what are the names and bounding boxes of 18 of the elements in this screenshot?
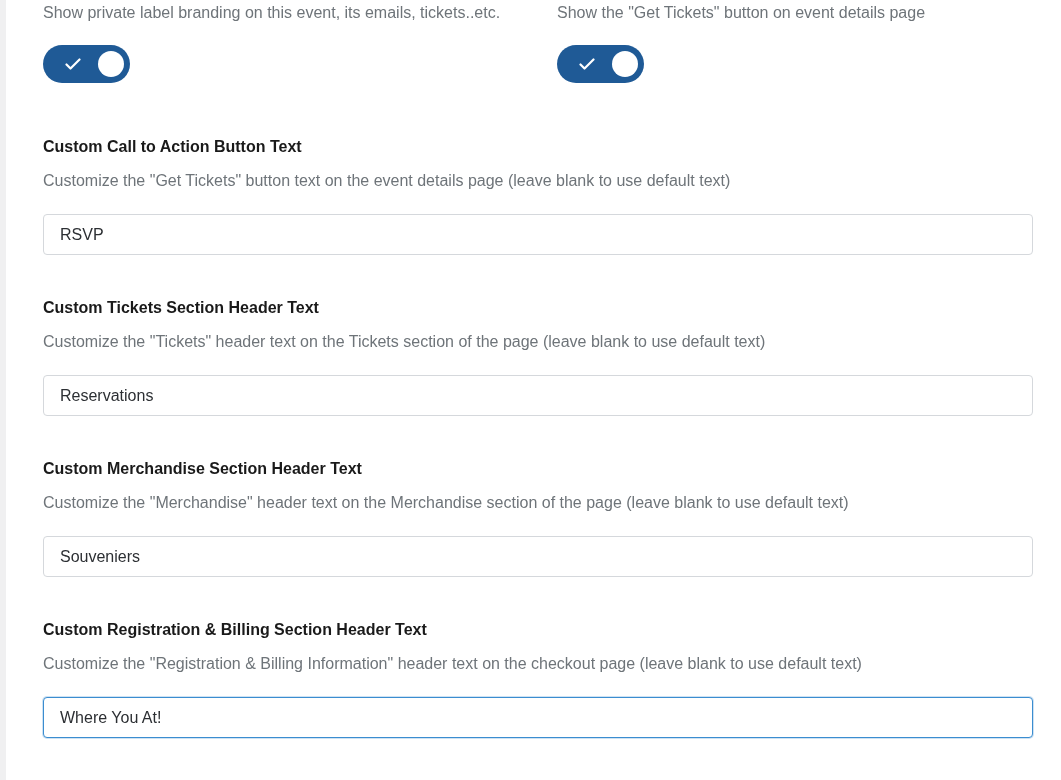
field-label: Custom Tickets Section Header Text — [43, 298, 320, 318]
text-input[interactable]: RSVP — [43, 214, 1033, 255]
check-icon — [65, 58, 81, 70]
field-label: Custom Call to Action Button Text — [43, 137, 303, 157]
setting-description: Show the "Get Tickets" button on event details page — [557, 3, 927, 23]
field-description: Customize the "Merchandise" header text on the Merchandise section of the page (leave blank to use default text) — [43, 493, 850, 513]
text-input[interactable]: Reservations — [43, 375, 1033, 416]
check-icon — [579, 58, 595, 70]
field-label: Custom Registration & Billing Section Header Text — [43, 620, 428, 640]
field-description: Customize the "Get Tickets" button text on the event details page (leave blank to use default text) — [43, 171, 732, 191]
field-description: Customize the "Tickets" header text on the Tickets section of the page (leave blank to use default text) — [43, 332, 767, 352]
setting-description: Show private label branding on this event, its emails, tickets..etc. — [43, 3, 502, 23]
field-description: Customize the "Registration & Billing Information" header text on the checkout page (leave blank to use default text) — [43, 654, 863, 674]
text-input[interactable]: Where You At! — [43, 697, 1033, 738]
toggle-switch[interactable] — [557, 45, 644, 83]
toggle-switch[interactable] — [43, 45, 130, 83]
field-label: Custom Merchandise Section Header Text — [43, 459, 363, 479]
text-input[interactable]: Souveniers — [43, 536, 1033, 577]
